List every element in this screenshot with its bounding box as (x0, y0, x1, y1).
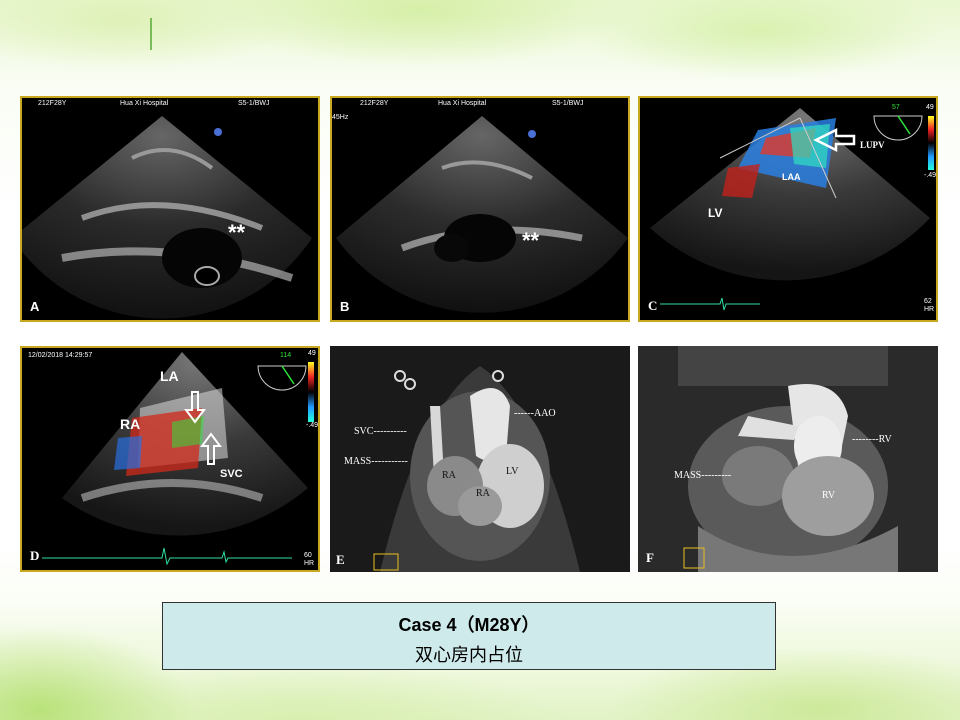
color-scale-bar (308, 362, 314, 422)
la-label: LA (160, 368, 179, 384)
scale-mid-value: 114 (280, 352, 292, 359)
lv-label: LV (708, 206, 723, 220)
mass-label: MASS----------- (344, 456, 408, 467)
caption-subtitle: 双心房内占位 (415, 645, 523, 666)
slide-background-top (0, 0, 960, 90)
ra-label: RA (120, 416, 141, 432)
rv-pointer-text: RV (878, 434, 892, 445)
sector-shape (22, 116, 312, 319)
panel-d-label: D (30, 548, 40, 563)
scale-mid-value: 57 (892, 104, 900, 111)
panel-f-label: F (646, 550, 654, 565)
scale-top-value: 49 (308, 350, 316, 357)
mass-text: MASS (344, 456, 372, 467)
svc-label: SVC---------- (354, 426, 407, 437)
mass-label: MASS--------- (674, 470, 732, 481)
panel-c-doppler-image (650, 108, 934, 311)
panel-d-color-doppler: 12/02/2018 14:29:57 LA RA SVC 114 49 -.4… (20, 346, 320, 572)
panel-f-ct-image (638, 346, 938, 572)
aao-text: AAO (533, 408, 556, 419)
mass-marker-a: ** (228, 220, 246, 245)
lv-label: LV (506, 466, 519, 477)
ra-label-upper: RA (442, 470, 456, 481)
scale-bottom-value: -.49 (306, 422, 319, 429)
aao-label: ------AAO (514, 408, 556, 419)
scale-top-value: 49 (926, 104, 934, 111)
svc-text: SVC (354, 426, 374, 437)
heart-rate-readout: 60 HR (304, 552, 315, 567)
angle-indicator-icon (873, 115, 923, 141)
caption-title: Case 4（M28Y） (398, 615, 540, 635)
panel-b-echo: 212F28Y Hua Xi Hospital S5-1/BWJ 45Hz **… (330, 96, 630, 322)
panel-c-label: C (648, 298, 658, 313)
probe-marker-icon (214, 128, 222, 136)
angle-indicator-icon (257, 365, 307, 391)
scale-bottom-value: -.49 (924, 172, 937, 179)
mass-text: MASS (674, 470, 702, 481)
panel-f-ct: --------RV MASS--------- RV F (638, 346, 938, 572)
slide-decor-line (150, 18, 152, 50)
rv-label: RV (822, 490, 836, 501)
panel-a-echo: 212F28Y Hua Xi Hospital S5-1/BWJ ** A (20, 96, 320, 322)
color-scale-bar (928, 116, 934, 170)
panel-e-label: E (336, 552, 345, 567)
panel-a-label: A (30, 299, 40, 314)
rv-pointer-label: --------RV (852, 434, 892, 445)
panel-c-color-doppler: LUPV LAA LV 57 49 -.49 62 HR C (638, 96, 938, 322)
case-caption-box: Case 4（M28Y） 双心房内占位 (162, 602, 776, 670)
panel-e-ct: ------AAO SVC---------- MASS----------- … (330, 346, 630, 572)
panel-a-ultrasound-image (22, 116, 312, 319)
laa-label: LAA (782, 172, 801, 182)
heart-rate-readout: 62 HR (924, 298, 935, 313)
probe-marker-icon (528, 130, 536, 138)
panel-b-ultrasound-image (336, 116, 628, 313)
panel-b-label: B (340, 299, 350, 314)
ra-label-lower: RA (476, 488, 490, 499)
mass-marker-b: ** (522, 228, 540, 253)
lupv-label: LUPV (860, 140, 885, 150)
svc-label: SVC (220, 468, 243, 480)
